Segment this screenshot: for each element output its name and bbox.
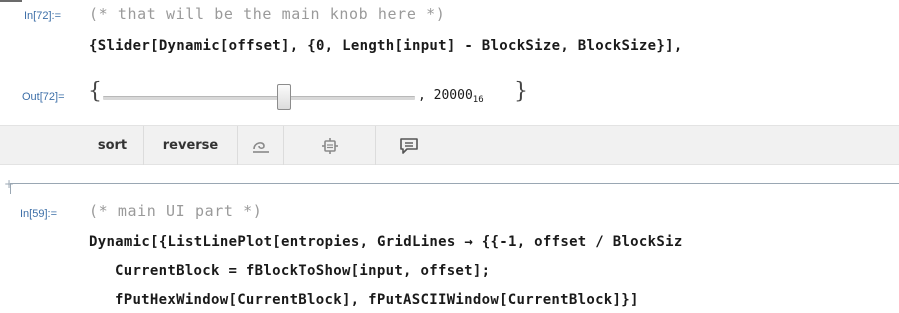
open-brace: { [88, 79, 102, 104]
slider-thumb[interactable] [276, 84, 291, 110]
slider-value: , 2000016 [418, 88, 484, 105]
comment-button[interactable] [376, 126, 442, 165]
reverse-button[interactable]: reverse [144, 126, 238, 165]
add-cell-plus-icon[interactable]: + [4, 178, 16, 190]
cursor-mark [0, 0, 22, 2]
sort-button[interactable]: sort [82, 126, 144, 165]
comment-icon [400, 137, 418, 154]
code-dynamic-line[interactable]: Dynamic[{ListLinePlot[entropies, GridLin… [89, 234, 683, 250]
gear-icon [321, 137, 338, 154]
slider-value-base: 20000 [433, 88, 473, 103]
comment-main-ui[interactable]: (* main UI part *) [89, 202, 262, 220]
output-label-72: Out[72]= [22, 91, 65, 103]
comment-knob[interactable]: (* that will be the main knob here *) [89, 5, 445, 23]
gear-button[interactable] [284, 126, 376, 165]
input-label-59: In[59]:= [20, 208, 58, 220]
cell-insertion-line[interactable] [10, 183, 899, 184]
slider-track[interactable] [103, 96, 415, 100]
reverse-label: reverse [162, 138, 219, 153]
sort-label: sort [97, 138, 128, 153]
slider-value-subscript: 16 [472, 95, 484, 105]
suggestions-bar: sort reverse [0, 125, 899, 165]
swirl-button[interactable] [238, 126, 284, 165]
code-puthex-line[interactable]: fPutHexWindow[CurrentBlock], fPutASCIIWi… [115, 292, 639, 308]
code-currentblock-line[interactable]: CurrentBlock = fBlockToShow[input, offse… [115, 263, 490, 279]
input-label-72: In[72]:= [24, 10, 62, 22]
code-slider-line[interactable]: {Slider[Dynamic[offset], {0, Length[inpu… [89, 38, 683, 54]
close-brace: } [514, 79, 528, 104]
swirl-icon [252, 141, 269, 153]
